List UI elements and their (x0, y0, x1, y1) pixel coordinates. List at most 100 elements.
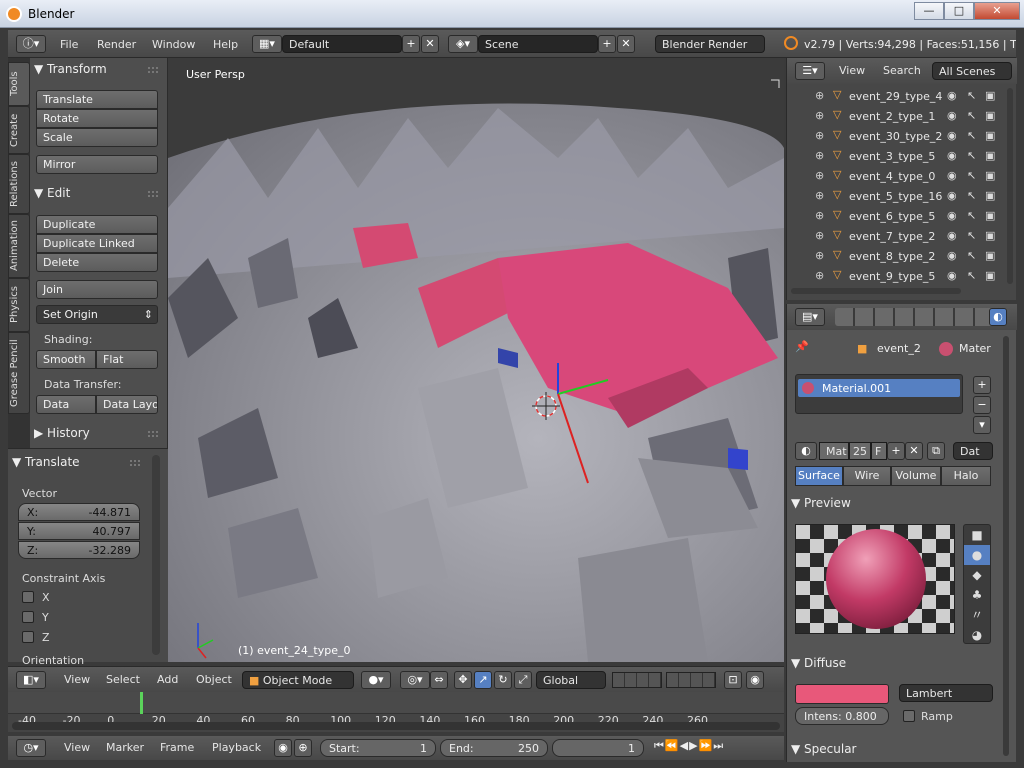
next-key-icon[interactable]: ⏩ (699, 739, 714, 752)
material-users-field[interactable]: 25 (849, 442, 871, 460)
pin-icon[interactable]: 📌 (795, 340, 809, 353)
render-camera-icon[interactable]: ▣ (985, 109, 995, 122)
rotate-button[interactable]: Rotate (36, 109, 158, 128)
remove-slot-icon[interactable]: − (973, 396, 991, 414)
new-material-icon[interactable]: + (887, 442, 905, 460)
layout-field[interactable]: Default (282, 35, 402, 53)
maximize-button[interactable]: □ (944, 2, 974, 20)
vector-y-field[interactable]: Y: 40.797 (18, 522, 140, 540)
mirror-button[interactable]: Mirror (36, 155, 158, 174)
expand-icon[interactable]: ⊕ (815, 149, 824, 162)
menu-window[interactable]: Window (152, 38, 195, 51)
render-camera-icon[interactable]: ▣ (985, 269, 995, 282)
select-arrow-icon[interactable]: ↖ (967, 169, 976, 182)
editor-type-timeline-icon[interactable]: ◷▾ (16, 739, 46, 757)
scale-button[interactable]: Scale (36, 128, 158, 147)
select-arrow-icon[interactable]: ↖ (967, 189, 976, 202)
editor-type-info-icon[interactable]: ⓘ▾ (16, 35, 46, 53)
expand-icon[interactable]: ⊕ (815, 129, 824, 142)
start-frame-field[interactable]: Start: 1 (320, 739, 436, 757)
scene-icon[interactable]: ◈▾ (448, 35, 478, 53)
menu-file[interactable]: File (60, 38, 78, 51)
constraint-y-checkbox[interactable] (22, 611, 34, 623)
preview-hair-icon[interactable]: 〃 (964, 605, 990, 625)
outliner-filter-dropdown[interactable]: All Scenes (932, 62, 1012, 80)
wire-tab[interactable]: Wire (843, 466, 891, 486)
layers-grid-2[interactable] (666, 672, 716, 688)
surface-tab[interactable]: Surface (795, 466, 843, 486)
outliner-row[interactable]: ⊕ ▽ event_2_type_1 ◉ ↖ ▣ (791, 106, 999, 126)
editor-type-3d-icon[interactable]: ◧▾ (16, 671, 46, 689)
menu-add[interactable]: Add (157, 673, 178, 686)
visibility-eye-icon[interactable]: ◉ (947, 269, 957, 282)
orientation-dropdown[interactable]: Global (536, 671, 606, 689)
prev-key-icon[interactable]: ⏪ (665, 739, 680, 752)
menu-object[interactable]: Object (196, 673, 232, 686)
select-arrow-icon[interactable]: ↖ (967, 149, 976, 162)
current-frame-field[interactable]: 1 (552, 739, 644, 757)
render-camera-icon[interactable]: ▣ (985, 209, 995, 222)
outliner-menu-view[interactable]: View (839, 64, 865, 77)
expand-icon[interactable]: ⊕ (815, 269, 824, 282)
tab-physics[interactable]: Physics (8, 278, 30, 332)
expand-icon[interactable]: ⊕ (815, 229, 824, 242)
ramp-checkbox[interactable] (903, 710, 915, 722)
delete-button[interactable]: Delete (36, 253, 158, 272)
keying-icon[interactable]: ⊕ (294, 739, 312, 757)
specular-panel-header[interactable]: ▼ Specular (791, 742, 989, 762)
preview-panel-header[interactable]: ▼ Preview (791, 496, 989, 516)
editor-type-outliner-icon[interactable]: ☰▾ (795, 62, 825, 80)
minimize-button[interactable]: — (914, 2, 944, 20)
play-reverse-icon[interactable]: ◀ (680, 739, 689, 752)
properties-scrollbar[interactable] (1003, 336, 1009, 756)
select-arrow-icon[interactable]: ↖ (967, 89, 976, 102)
preview-sphere-icon[interactable]: ● (964, 545, 990, 565)
select-arrow-icon[interactable]: ↖ (967, 269, 976, 282)
lock-layers-icon[interactable]: ⊡ (724, 671, 742, 689)
transform-manipulator-icon[interactable]: ✥ (454, 671, 472, 689)
visibility-eye-icon[interactable]: ◉ (947, 209, 957, 222)
menu-view[interactable]: View (64, 673, 90, 686)
material-slot-row[interactable]: Material.001 (798, 379, 960, 397)
grip-icon[interactable] (130, 460, 140, 466)
outliner-hscrollbar[interactable] (791, 288, 961, 294)
constraint-x-checkbox[interactable] (22, 591, 34, 603)
outliner-row[interactable]: ⊕ ▽ event_29_type_4 ◉ ↖ ▣ (791, 86, 999, 106)
operator-header[interactable]: ▼ Translate (12, 455, 162, 473)
jump-end-icon[interactable]: ⏭ (713, 739, 724, 752)
expand-icon[interactable]: ⊕ (815, 169, 824, 182)
menu-playback[interactable]: Playback (212, 741, 261, 754)
select-arrow-icon[interactable]: ↖ (967, 209, 976, 222)
outliner-menu-search[interactable]: Search (883, 64, 921, 77)
history-panel-header[interactable]: ▶ History (34, 426, 164, 444)
rotate-manipulator-icon[interactable]: ↻ (494, 671, 512, 689)
set-origin-dropdown[interactable]: Set Origin ⇕ (36, 305, 158, 324)
add-layout-icon[interactable]: + (402, 35, 420, 53)
outliner-row[interactable]: ⊕ ▽ event_6_type_5 ◉ ↖ ▣ (791, 206, 999, 226)
expand-icon[interactable]: ⊕ (815, 189, 824, 202)
select-arrow-icon[interactable]: ↖ (967, 229, 976, 242)
render-camera-icon[interactable]: ▣ (985, 129, 995, 142)
flat-button[interactable]: Flat (96, 350, 158, 369)
data-button[interactable]: Data (36, 395, 96, 414)
outliner-row[interactable]: ⊕ ▽ event_30_type_2 ◉ ↖ ▣ (791, 126, 999, 146)
transform-panel-header[interactable]: ▼ Transform (34, 62, 164, 80)
diffuse-shader-dropdown[interactable]: Lambert (899, 684, 993, 702)
editor-type-properties-icon[interactable]: ▤▾ (795, 308, 825, 326)
grip-icon[interactable] (148, 191, 158, 197)
tab-animation[interactable]: Animation (8, 214, 30, 278)
render-camera-icon[interactable]: ▣ (985, 149, 995, 162)
preview-cube-icon[interactable]: ◆ (964, 565, 990, 585)
edit-panel-header[interactable]: ▼ Edit (34, 186, 164, 204)
slot-menu-icon[interactable]: ▾ (973, 416, 991, 434)
outliner-row[interactable]: ⊕ ▽ event_3_type_5 ◉ ↖ ▣ (791, 146, 999, 166)
record-icon[interactable]: ◉ (274, 739, 292, 757)
visibility-eye-icon[interactable]: ◉ (947, 89, 957, 102)
vector-x-field[interactable]: X: -44.871 (18, 503, 140, 521)
viewport-shading-icon[interactable]: ●▾ (361, 671, 391, 689)
visibility-eye-icon[interactable]: ◉ (947, 229, 957, 242)
tab-relations[interactable]: Relations (8, 154, 30, 214)
render-icon[interactable]: ◉ (746, 671, 764, 689)
render-camera-icon[interactable]: ▣ (985, 249, 995, 262)
visibility-eye-icon[interactable]: ◉ (947, 249, 957, 262)
